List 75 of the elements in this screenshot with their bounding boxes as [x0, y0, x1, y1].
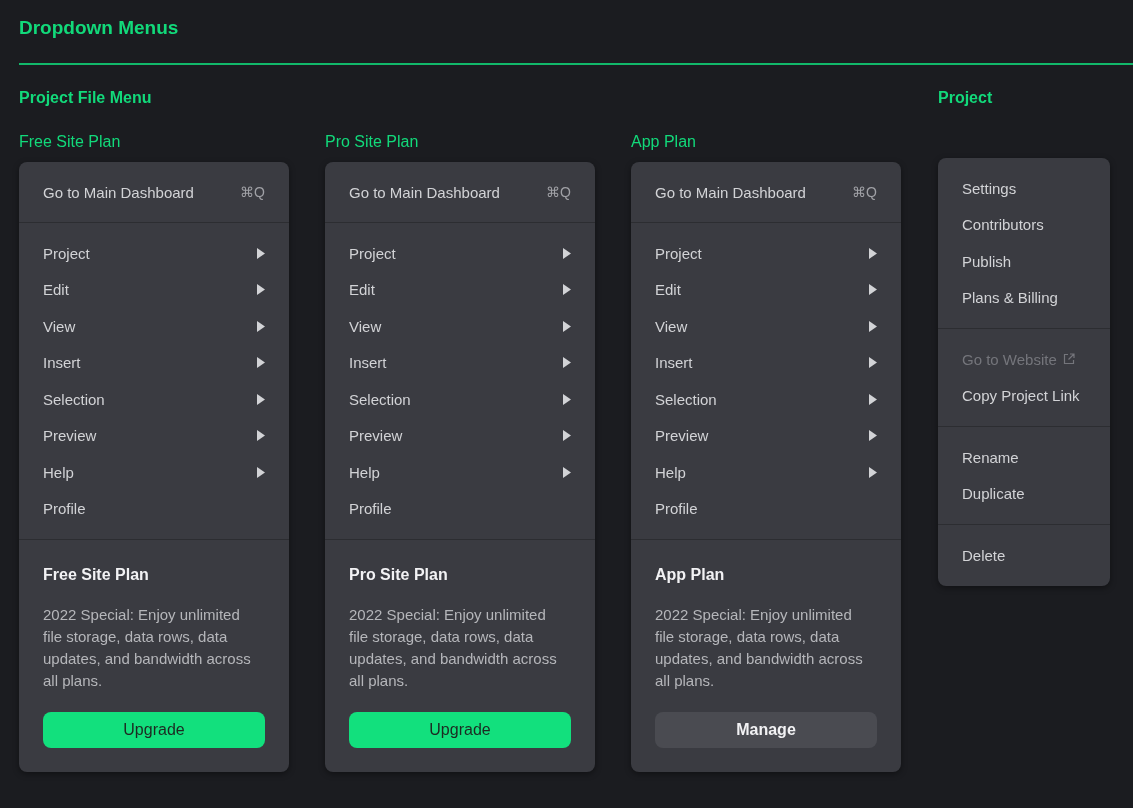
menu-label: Free Site Plan	[19, 132, 122, 152]
submenu-arrow-icon	[563, 247, 571, 259]
plan-description: 2022 Special: Enjoy unlimited file storage, data rows, data updates, and bandwidth across all plans.	[655, 605, 864, 691]
menu-item[interactable]: Duplicate	[938, 475, 1049, 512]
menu-item[interactable]: Project	[325, 235, 595, 272]
submenu-arrow-icon	[563, 430, 571, 442]
submenu-arrow-icon	[869, 320, 877, 332]
menu-item[interactable]: Profile	[325, 490, 595, 527]
upgrade-button[interactable]: Upgrade	[43, 712, 265, 748]
menu-item[interactable]: Go to Main Dashboard ⌘Q	[631, 162, 901, 223]
menu-item[interactable]: Edit	[631, 271, 901, 308]
submenu-arrow-icon	[869, 393, 877, 405]
menu-item[interactable]: Help	[631, 454, 901, 491]
submenu-arrow-icon	[563, 466, 571, 478]
submenu-arrow-icon	[563, 357, 571, 369]
plan-description: 2022 Special: Enjoy unlimited file storage, data rows, data updates, and bandwidth across all plans.	[43, 605, 252, 691]
submenu-arrow-icon	[563, 393, 571, 405]
menu-item[interactable]: Selection	[325, 381, 595, 418]
menu-item[interactable]: Help	[325, 454, 595, 491]
section-title: Project File Menu	[19, 88, 153, 108]
submenu-arrow-icon	[257, 393, 265, 405]
section-title: Project	[938, 88, 994, 108]
menu-item[interactable]: Plans & Billing	[938, 279, 1082, 316]
menu-item[interactable]: Preview	[19, 417, 289, 454]
menu-item[interactable]: Delete	[938, 537, 1030, 574]
menu-item[interactable]: Rename	[938, 439, 1043, 476]
menu-item[interactable]: Help	[19, 454, 289, 491]
menu-item[interactable]: Insert	[631, 344, 901, 381]
menu-item[interactable]: Publish	[938, 243, 1036, 280]
submenu-arrow-icon	[257, 284, 265, 296]
submenu-arrow-icon	[869, 247, 877, 259]
menu-item[interactable]: Insert	[19, 344, 289, 381]
submenu-arrow-icon	[563, 320, 571, 332]
menu-item[interactable]: Preview	[631, 417, 901, 454]
menu-item[interactable]: Selection	[19, 381, 289, 418]
menu-item[interactable]: Profile	[631, 490, 901, 527]
page-title: Dropdown Menus	[19, 16, 180, 40]
menu-item[interactable]: View	[325, 308, 595, 345]
menu-item[interactable]: Insert	[325, 344, 595, 381]
manage-button[interactable]: Manage	[655, 712, 877, 748]
menu-label: App Plan	[631, 132, 697, 152]
shortcut-label: ⌘Q	[852, 184, 877, 200]
plan-title: Free Site Plan	[43, 565, 150, 585]
submenu-arrow-icon	[257, 357, 265, 369]
menu-item[interactable]: Edit	[325, 271, 595, 308]
shortcut-label: ⌘Q	[546, 184, 571, 200]
menu-item[interactable]: Settings	[938, 170, 1041, 207]
plan-description: 2022 Special: Enjoy unlimited file storage, data rows, data updates, and bandwidth across all plans.	[349, 605, 558, 691]
menu-item[interactable]: Copy Project Link	[938, 377, 1104, 414]
submenu-arrow-icon	[869, 430, 877, 442]
menu-item[interactable]: Go to Main Dashboard ⌘Q	[325, 162, 595, 223]
submenu-arrow-icon	[869, 357, 877, 369]
plan-title: App Plan	[655, 565, 726, 585]
submenu-arrow-icon	[869, 284, 877, 296]
submenu-arrow-icon	[869, 466, 877, 478]
menu-item[interactable]: Project	[631, 235, 901, 272]
menu-item[interactable]: Edit	[19, 271, 289, 308]
menu-item[interactable]: Go to Main Dashboard ⌘Q	[19, 162, 289, 223]
external-link-icon	[1062, 353, 1075, 366]
submenu-arrow-icon	[563, 284, 571, 296]
submenu-arrow-icon	[257, 320, 265, 332]
shortcut-label: ⌘Q	[240, 184, 265, 200]
submenu-arrow-icon	[257, 430, 265, 442]
menu-item[interactable]: Preview	[325, 417, 595, 454]
menu-item[interactable]: Project	[19, 235, 289, 272]
plan-title: Pro Site Plan	[349, 565, 449, 585]
menu-item[interactable]: View	[631, 308, 901, 345]
submenu-arrow-icon	[257, 466, 265, 478]
menu-label: Pro Site Plan	[325, 132, 420, 152]
submenu-arrow-icon	[257, 247, 265, 259]
menu-item[interactable]: Contributors	[938, 206, 1068, 243]
menu-item[interactable]: View	[19, 308, 289, 345]
menu-item[interactable]: Profile	[19, 490, 289, 527]
upgrade-button[interactable]: Upgrade	[349, 712, 571, 748]
menu-item[interactable]: Selection	[631, 381, 901, 418]
